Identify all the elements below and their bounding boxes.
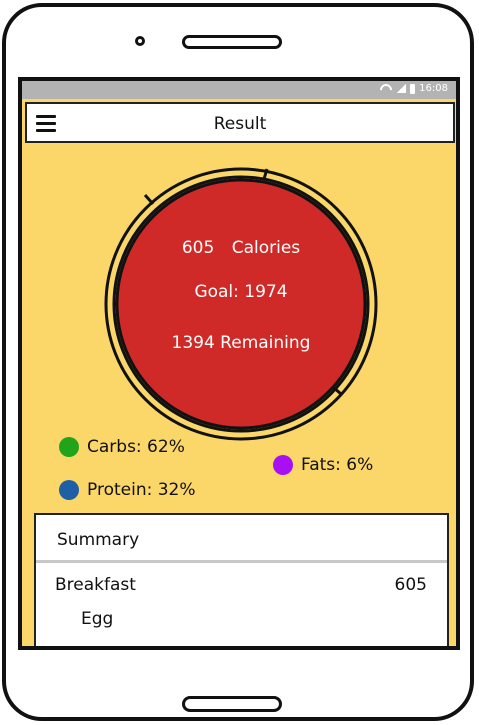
gauge-marker-left: [143, 194, 155, 205]
battery-icon: [410, 83, 416, 94]
calories-consumed: 605 Calories: [101, 238, 381, 258]
calorie-goal: Goal: 1974: [194, 282, 288, 302]
signal-icon: [396, 84, 407, 93]
meal-breakfast-name[interactable]: Breakfast: [55, 575, 136, 595]
macro-protein: Protein: 32%: [59, 480, 196, 500]
summary-card: Summary Breakfast 605 Egg: [34, 513, 449, 646]
food-item-egg[interactable]: Egg: [81, 609, 113, 629]
calories-label: Calories: [231, 238, 301, 258]
carbs-label: Carbs: 62%: [87, 437, 185, 457]
camera-icon: [135, 36, 145, 46]
meal-breakfast-calories: 605: [394, 575, 427, 595]
summary-title: Summary: [57, 530, 140, 550]
protein-legend-dot: [59, 480, 79, 500]
home-button[interactable]: [182, 696, 282, 712]
fats-legend-dot: [273, 455, 293, 475]
summary-divider: [36, 560, 447, 563]
macro-fats: Fats: 6%: [273, 455, 373, 475]
page-title: Result: [213, 114, 267, 134]
speaker-grille: [182, 35, 282, 49]
carbs-legend-dot: [59, 437, 79, 457]
calories-remaining: 1394 Remaining: [171, 333, 311, 353]
status-time: 16:08: [419, 83, 448, 94]
macro-carbs: Carbs: 62%: [59, 437, 185, 457]
app-bar: Result: [25, 102, 455, 143]
calorie-gauge: 605 Calories Goal: 1974 1394 Remaining: [101, 164, 381, 444]
fats-label: Fats: 6%: [301, 455, 374, 475]
calories-value: 605: [181, 238, 215, 258]
status-bar: 16:08: [22, 81, 456, 99]
protein-label: Protein: 32%: [87, 480, 196, 500]
app-screen: 16:08 Result 605 Calories Goal: 1974 139…: [18, 77, 460, 650]
wifi-icon: [380, 84, 392, 93]
